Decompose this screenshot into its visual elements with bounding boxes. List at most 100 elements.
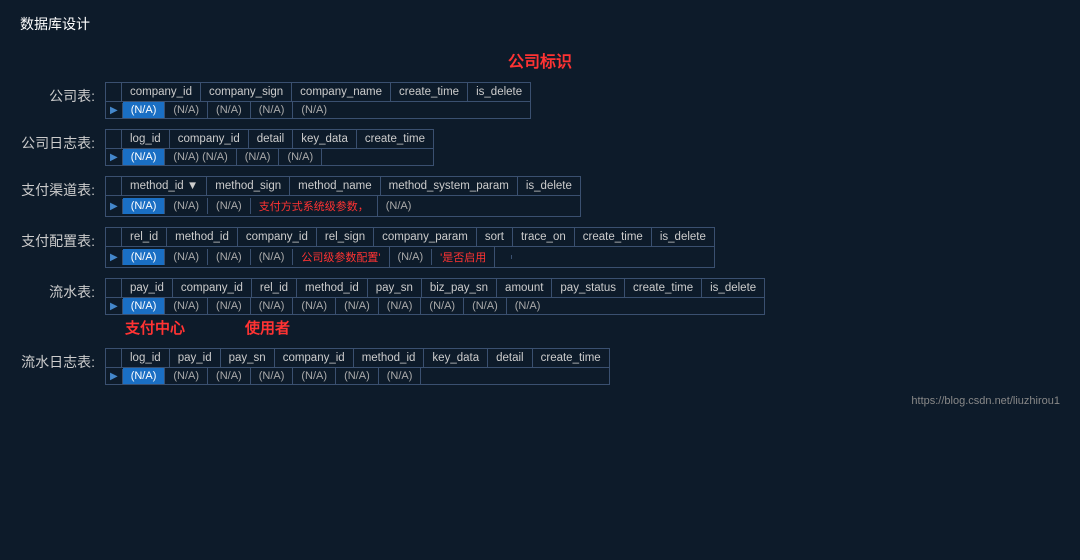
payment-config-table-cell-0-2: (N/A): [208, 249, 251, 265]
flow-table-cell-0-1: (N/A): [165, 298, 208, 314]
payment-config-table-cell-0-7: [495, 255, 512, 259]
company-table-cell-0-2: (N/A): [208, 102, 251, 118]
payment-channel-table-cell-0-3: 支付方式系统级参数，: [251, 196, 378, 216]
footer-link: https://blog.csdn.net/liuzhirou1: [20, 395, 1060, 407]
company-log-table-cell-0-4: [322, 155, 338, 159]
payment-config-table-section: 支付配置表:rel_idmethod_idcompany_idrel_signc…: [20, 227, 1060, 268]
flow-log-table-cell-0-0: (N/A): [123, 368, 166, 384]
payment-config-table-cell-0-8: [512, 255, 528, 259]
flow-log-table-col-5: key_data: [424, 349, 488, 367]
flow-table-col-3: method_id: [297, 279, 368, 297]
flow-log-table-col-4: method_id: [354, 349, 425, 367]
payment-config-table-col-2: company_id: [238, 228, 317, 246]
company-log-table-cell-0-1: (N/A) (N/A): [165, 149, 236, 165]
flow-table-cell-0-4: (N/A): [293, 298, 336, 314]
table-row: ▶(N/A)(N/A)(N/A)(N/A)(N/A)(N/A)(N/A): [106, 368, 609, 384]
company-log-table-cell-0-2: (N/A): [237, 149, 280, 165]
payment-channel-table-label: 支付渠道表:: [20, 176, 105, 200]
flow-table-cell-0-6: (N/A): [379, 298, 422, 314]
company-log-table-col-1: company_id: [170, 130, 249, 148]
flow-table-col-1: company_id: [173, 279, 252, 297]
payment-channel-table-section: 支付渠道表:method_id ▼method_signmethod_namem…: [20, 176, 1060, 217]
payment-config-table-col-8: is_delete: [652, 228, 714, 246]
company-log-table-label: 公司日志表:: [20, 129, 105, 153]
flow-table-col-2: rel_id: [252, 279, 297, 297]
table-row: ▶(N/A)(N/A)(N/A)(N/A)(N/A)(N/A)(N/A)(N/A…: [106, 298, 764, 314]
company-table-col-1: company_sign: [201, 83, 292, 101]
payment-channel-table-cell-0-1: (N/A): [165, 198, 208, 214]
company-table-col-0: company_id: [122, 83, 201, 101]
table-row: ▶(N/A)(N/A)(N/A)支付方式系统级参数，(N/A): [106, 196, 580, 216]
company-table-cell-0-4: (N/A): [293, 102, 335, 118]
flow-log-table-col-7: create_time: [533, 349, 609, 367]
payment-config-table-label: 支付配置表:: [20, 227, 105, 251]
page-title: 数据库设计: [20, 14, 1060, 34]
company-log-table-col-0: log_id: [122, 130, 170, 148]
flow-table: pay_idcompany_idrel_idmethod_idpay_snbiz…: [105, 278, 765, 338]
flow-log-table-col-2: pay_sn: [221, 349, 275, 367]
company-log-table-cell-0-3: (N/A): [279, 149, 322, 165]
company-table-label: 公司表:: [20, 82, 105, 106]
payment-channel-table-col-3: method_system_param: [381, 177, 518, 195]
flow-table-annotations: 支付中心使用者: [105, 317, 765, 338]
company-table-col-2: company_name: [292, 83, 391, 101]
payment-config-table-cell-0-1: (N/A): [165, 249, 208, 265]
flow-table-col-7: pay_status: [552, 279, 625, 297]
flow-table-cell-0-3: (N/A): [251, 298, 294, 314]
flow-table-col-5: biz_pay_sn: [422, 279, 497, 297]
flow-log-table-col-1: pay_id: [170, 349, 221, 367]
flow-table-col-9: is_delete: [702, 279, 764, 297]
flow-table-col-6: amount: [497, 279, 552, 297]
table-row: ▶(N/A)(N/A) (N/A)(N/A)(N/A): [106, 149, 433, 165]
payment-channel-table-col-4: is_delete: [518, 177, 580, 195]
payment-config-table-col-6: trace_on: [513, 228, 575, 246]
company-log-table-section: 公司日志表: log_idcompany_iddetailkey_datacrea…: [20, 129, 1060, 166]
payment-config-table-cell-0-6: '是否启用: [432, 247, 495, 267]
company-log-table-col-2: detail: [249, 130, 294, 148]
payment-channel-table-col-0: method_id ▼: [122, 177, 207, 195]
payment-config-table: rel_idmethod_idcompany_idrel_signcompany…: [105, 227, 715, 268]
payment-config-table-cell-0-4: 公司级参数配置': [293, 247, 389, 267]
flow-table-cell-0-9: (N/A): [507, 298, 549, 314]
payment-channel-table-cell-0-0: (N/A): [123, 198, 166, 214]
flow-table-col-8: create_time: [625, 279, 702, 297]
company-table: company_idcompany_signcompany_namecreate…: [105, 82, 531, 119]
payment-channel-table-col-1: method_sign: [207, 177, 290, 195]
payment-config-table-col-4: company_param: [374, 228, 477, 246]
payment-channel-table: method_id ▼method_signmethod_namemethod_…: [105, 176, 581, 217]
flow-table-section: 流水表:pay_idcompany_idrel_idmethod_idpay_s…: [20, 278, 1060, 338]
payment-config-table-cell-0-5: (N/A): [390, 249, 433, 265]
payment-channel-table-col-2: method_name: [290, 177, 381, 195]
company-log-table-col-3: key_data: [293, 130, 357, 148]
company-log-table-col-4: create_time: [357, 130, 433, 148]
payment-config-table-col-5: sort: [477, 228, 513, 246]
flow-table-col-4: pay_sn: [368, 279, 422, 297]
flow-log-table-cell-0-2: (N/A): [208, 368, 251, 384]
company-table-cell-0-1: (N/A): [165, 102, 208, 118]
flow-table-annotation-1: 使用者: [245, 317, 290, 338]
flow-log-table-col-0: log_id: [122, 349, 170, 367]
company-table-col-4: is_delete: [468, 83, 530, 101]
payment-config-table-col-0: rel_id: [122, 228, 167, 246]
flow-table-label: 流水表:: [20, 278, 105, 302]
company-table-cell-0-3: (N/A): [251, 102, 294, 118]
flow-log-table-col-3: company_id: [275, 349, 354, 367]
flow-table-cell-0-5: (N/A): [336, 298, 379, 314]
payment-config-table-cell-0-0: (N/A): [123, 249, 166, 265]
flow-log-table-cell-0-6: (N/A): [379, 368, 422, 384]
flow-log-table: log_idpay_idpay_sncompany_idmethod_idkey…: [105, 348, 610, 385]
flow-table-col-0: pay_id: [122, 279, 173, 297]
payment-config-table-cell-0-3: (N/A): [251, 249, 294, 265]
company-table-cell-0-0: (N/A): [123, 102, 166, 118]
company-table-col-3: create_time: [391, 83, 468, 101]
payment-config-table-col-7: create_time: [575, 228, 652, 246]
flow-log-table-cell-0-5: (N/A): [336, 368, 379, 384]
flow-log-table-cell-0-3: (N/A): [251, 368, 294, 384]
company-log-table-cell-0-0: (N/A): [123, 149, 166, 165]
flow-log-table-cell-0-7: [421, 374, 437, 378]
flow-table-cell-0-8: (N/A): [464, 298, 507, 314]
flow-table-cell-0-2: (N/A): [208, 298, 251, 314]
flow-log-table-label: 流水日志表:: [20, 348, 105, 372]
flow-log-table-section: 流水日志表:log_idpay_idpay_sncompany_idmethod…: [20, 348, 1060, 385]
flow-log-table-cell-0-1: (N/A): [165, 368, 208, 384]
